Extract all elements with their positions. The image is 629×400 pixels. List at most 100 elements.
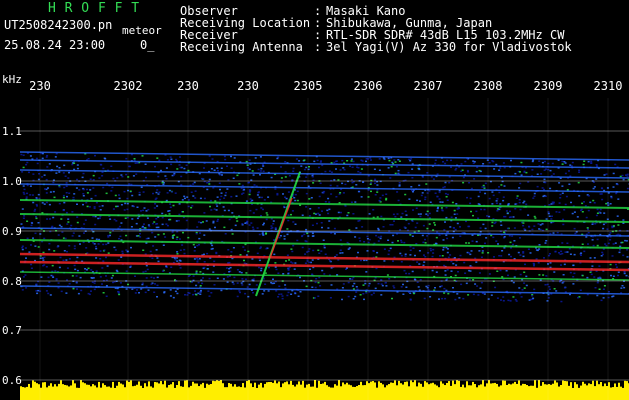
noise-dot [589,257,592,259]
noise-dot [323,246,326,249]
noise-dot [347,295,350,298]
amplitude-bar [78,387,80,400]
noise-dot [318,276,321,279]
amplitude-bar [96,387,98,400]
noise-dot [76,221,79,224]
noise-dot [448,181,451,184]
amplitude-bar [396,385,398,400]
x-tick-label: 2305 [294,79,323,93]
noise-dot [465,242,468,244]
noise-dot [341,252,344,254]
noise-dot [432,252,435,254]
noise-dot [169,289,172,291]
noise-dot [203,234,206,236]
noise-dot [53,250,56,252]
amplitude-bar [326,385,328,400]
noise-dot [542,195,545,198]
noise-dot [416,281,419,283]
noise-dot [444,274,447,276]
noise-dot [34,245,37,247]
noise-dot [418,263,421,265]
noise-dot [523,271,526,273]
noise-dot [94,223,97,226]
noise-dot [317,207,320,209]
amplitude-bar [418,382,420,400]
noise-dot [382,226,385,228]
noise-dot [365,259,368,262]
noise-dot [538,228,541,230]
amplitude-bar [498,386,500,400]
noise-dot [281,295,284,297]
noise-dot [321,226,323,229]
noise-dot [304,262,307,264]
noise-dot [155,249,158,251]
noise-dot [287,219,290,222]
noise-dot [63,164,66,167]
noise-dot [625,174,627,176]
noise-dot [265,218,268,221]
amplitude-bar [496,383,498,400]
noise-dot [71,163,74,166]
noise-dot [291,250,294,253]
noise-dot [206,252,209,255]
noise-dot [145,264,148,267]
noise-dot [99,276,102,278]
amplitude-bar [330,387,332,400]
noise-dot [423,269,426,271]
noise-dot [560,264,562,266]
noise-dot [361,226,364,228]
noise-dot [492,160,495,163]
noise-dot [543,188,545,191]
noise-dot [236,282,239,284]
noise-dot [133,158,136,160]
noise-dot [156,296,158,298]
noise-dot [399,229,402,231]
noise-dot [538,248,541,250]
noise-dot [362,181,364,183]
noise-dot [380,283,383,285]
noise-dot [447,292,450,295]
noise-dot [466,196,468,199]
noise-dot [347,212,350,214]
noise-dot [162,183,165,186]
noise-dot [468,279,471,281]
noise-dot [115,205,118,208]
noise-dot [617,274,619,277]
noise-dot [317,281,320,284]
amplitude-bar [408,386,410,400]
noise-dot [115,220,118,222]
noise-dot [215,209,218,211]
amplitude-bar [46,387,48,400]
noise-dot [114,249,117,251]
noise-dot [71,275,74,277]
noise-dot [370,190,372,193]
noise-dot [495,163,498,166]
noise-dot [262,170,265,172]
noise-dot [125,173,128,176]
noise-dot [287,214,290,216]
noise-dot [500,255,503,257]
noise-dot [404,210,407,212]
noise-dot [138,292,140,294]
noise-dot [312,182,315,184]
noise-dot [499,167,502,169]
app-title: H R O F F T [48,1,140,16]
noise-dot [580,252,583,254]
noise-dot [368,282,371,285]
noise-dot [54,156,57,158]
amplitude-bar [582,381,584,400]
noise-dot [212,220,215,223]
noise-dot [260,167,263,170]
noise-dot [362,284,365,286]
noise-dot [153,291,156,293]
noise-dot [444,270,447,272]
amplitude-bar [580,385,582,400]
noise-dot [313,212,316,215]
noise-dot [404,253,407,255]
noise-dot [483,208,486,211]
noise-dot [590,162,593,164]
noise-dot [549,253,551,255]
noise-dot [320,222,323,224]
amplitude-bar [624,380,626,400]
noise-dot [416,199,419,202]
